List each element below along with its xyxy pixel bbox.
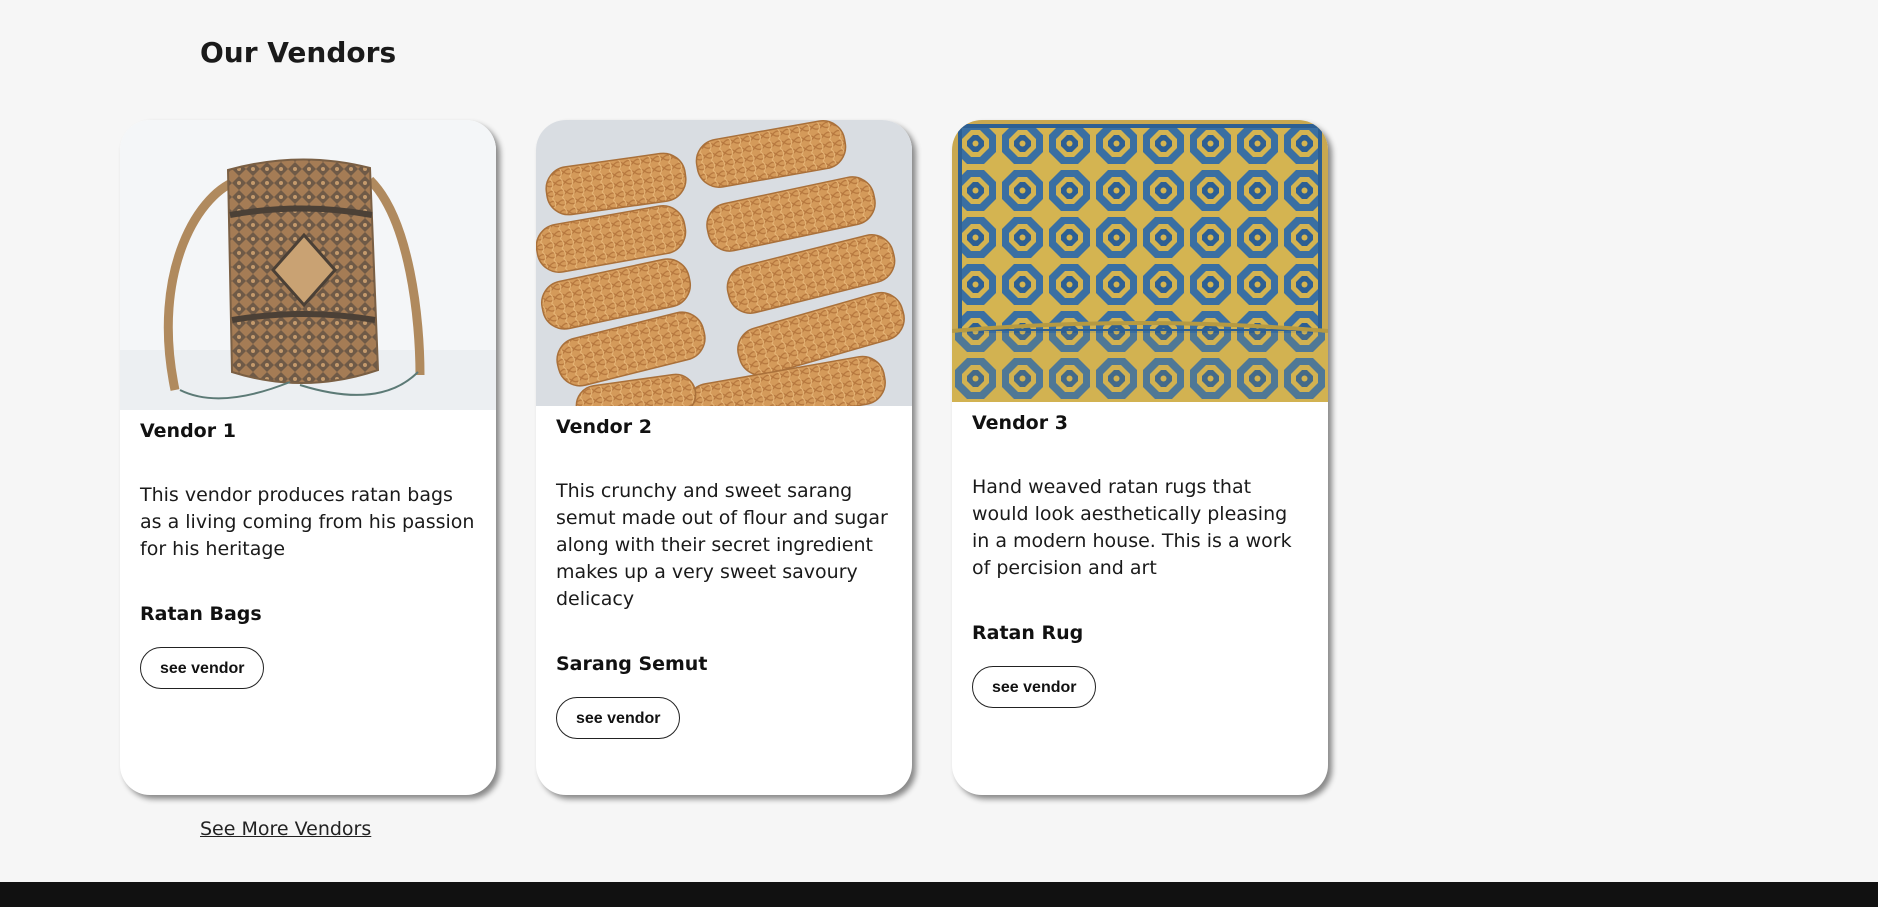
vendor-name: Vendor 3: [972, 412, 1068, 434]
see-vendor-button[interactable]: see vendor: [556, 697, 681, 739]
vendor-description: This crunchy and sweet sarang semut made…: [556, 480, 888, 610]
vendor-card-3: Vendor 3 Hand weaved ratan rugs that wou…: [952, 120, 1328, 795]
see-more-vendors-link[interactable]: See More Vendors: [200, 818, 371, 840]
vendor-card-body: Vendor 2 This crunchy and sweet sarang s…: [536, 416, 912, 739]
sarang-semut-photo: [536, 120, 912, 406]
vendor-name: Vendor 1: [140, 420, 236, 442]
vendor-card-2: Vendor 2 This crunchy and sweet sarang s…: [536, 120, 912, 795]
footer-bar: [0, 882, 1878, 907]
rattan-bag-photo: [120, 120, 496, 410]
rattan-rug-photo: [952, 120, 1328, 402]
vendors-page: Our Vendors Vendor 1 This vendor produce…: [0, 0, 1878, 907]
section-title: Our Vendors: [200, 36, 397, 69]
vendor-description: This vendor produces ratan bags as a liv…: [140, 484, 475, 560]
vendor-description: Hand weaved ratan rugs that would look a…: [972, 476, 1292, 579]
vendor-product: Ratan Bags: [140, 603, 262, 625]
vendor-cards: Vendor 1 This vendor produces ratan bags…: [120, 120, 1328, 795]
vendor-card-body: Vendor 3 Hand weaved ratan rugs that wou…: [952, 412, 1328, 708]
see-vendor-button[interactable]: see vendor: [972, 666, 1097, 708]
vendor-product: Sarang Semut: [556, 653, 708, 675]
see-vendor-button[interactable]: see vendor: [140, 647, 265, 689]
vendor-name: Vendor 2: [556, 416, 652, 438]
vendor-card-body: Vendor 1 This vendor produces ratan bags…: [120, 420, 496, 689]
vendor-card-1: Vendor 1 This vendor produces ratan bags…: [120, 120, 496, 795]
vendor-product: Ratan Rug: [972, 622, 1084, 644]
